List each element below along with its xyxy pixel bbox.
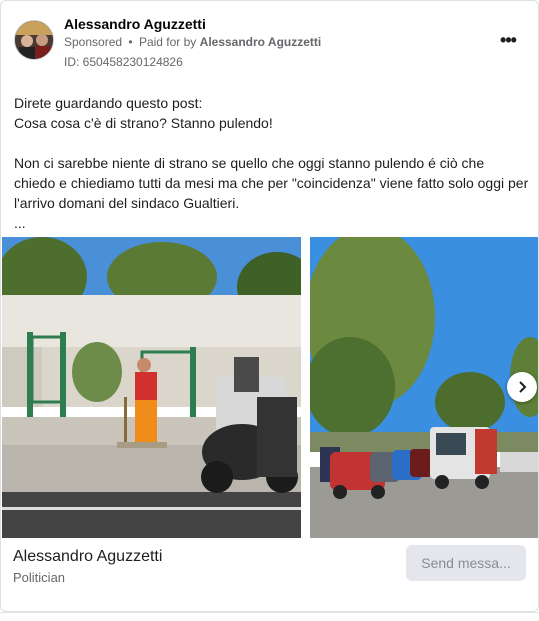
post-line: Non ci sarebbe niente di strano se quell… (14, 155, 529, 211)
send-message-button[interactable]: Send messa... (406, 545, 526, 581)
ellipsis-icon: ••• (500, 30, 517, 50)
footer-page-name[interactable]: Alessandro Aguzzetti (13, 548, 162, 566)
chevron-right-icon (519, 381, 527, 393)
street-sweeper-worker-photo (2, 237, 301, 538)
paid-for-prefix: Paid for by (138, 35, 197, 49)
paid-for-name: Alessandro Aguzzetti (199, 35, 322, 49)
author-name[interactable]: Alessandro Aguzzetti (64, 16, 206, 32)
sponsored-label: Sponsored (64, 35, 123, 49)
more-options-button[interactable]: ••• (493, 29, 523, 53)
ad-id: ID: 650458230124826 (64, 55, 183, 69)
post-line: Direte guardando questo post: (14, 95, 203, 111)
post-text: Direte guardando questo post: Cosa cosa … (14, 93, 529, 233)
carousel-slide-2[interactable] (310, 237, 538, 538)
avatar[interactable] (14, 20, 54, 60)
footer-page-role: Politician (13, 570, 66, 585)
post-line: Cosa cosa c'è di strano? Stanno pulendo! (14, 115, 273, 131)
divider (0, 612, 539, 613)
ad-card: Alessandro Aguzzetti Sponsored • Paid fo… (0, 0, 539, 612)
parked-cars-street-cleaning-truck-photo (310, 237, 538, 538)
sponsored-line: Sponsored • Paid for by Alessandro Aguzz… (64, 35, 321, 49)
carousel-slide-1[interactable] (2, 237, 301, 538)
post-line: ... (14, 215, 26, 231)
ad-header: Alessandro Aguzzetti Sponsored • Paid fo… (1, 1, 538, 77)
separator: • (128, 35, 133, 49)
image-carousel[interactable] (1, 237, 538, 539)
carousel-next-button[interactable] (507, 372, 537, 402)
